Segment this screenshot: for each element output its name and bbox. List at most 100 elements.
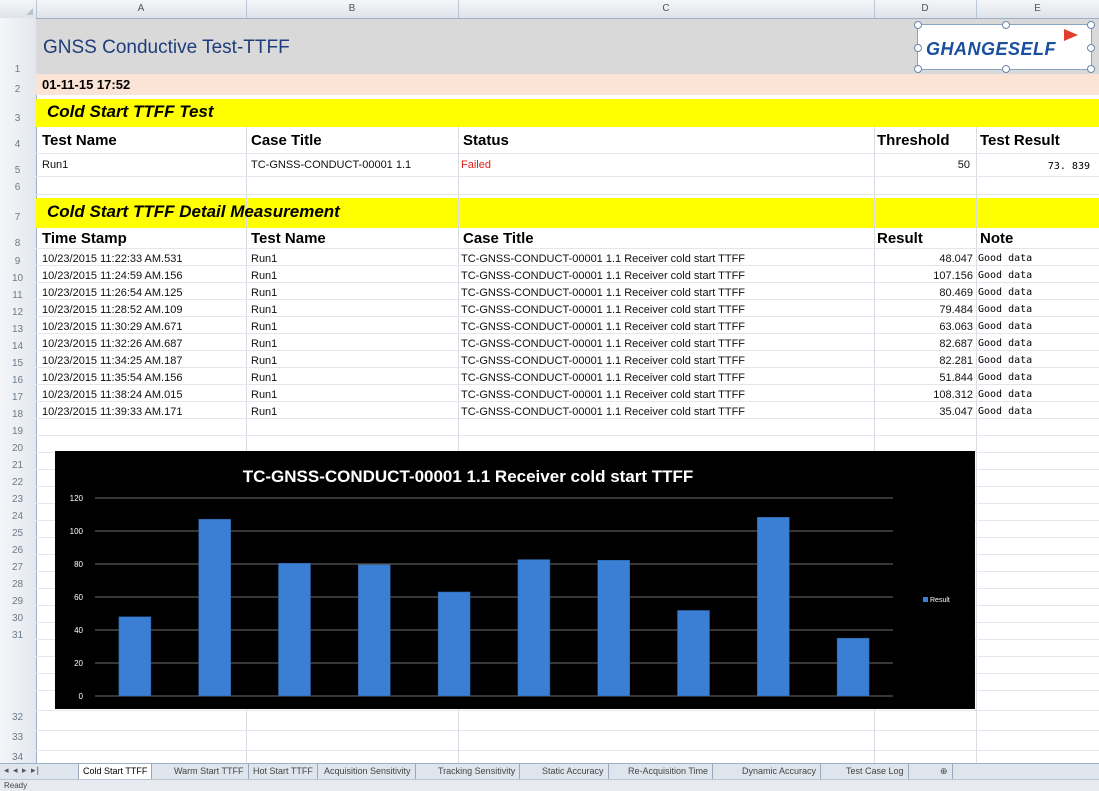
row-header[interactable]: 18	[0, 409, 35, 421]
report-timestamp[interactable]: 01-11-15 17:52	[42, 77, 130, 92]
row-header[interactable]: 28	[0, 579, 35, 591]
sheet-tab[interactable]: Tracking Sensitivity	[434, 764, 521, 779]
row-header[interactable]: 32	[0, 712, 35, 724]
company-logo[interactable]: GHANGESELF	[914, 21, 1095, 73]
detail-time-stamp[interactable]: 10/23/2015 11:26:54 AM.125	[42, 287, 182, 299]
chart-bar[interactable]	[358, 564, 391, 697]
sheet-tab[interactable]: Acquisition Sensitivity	[320, 764, 416, 779]
row-header[interactable]: 3	[0, 113, 35, 125]
detail-result[interactable]: 82.687	[874, 338, 973, 350]
row-header[interactable]: 4	[0, 139, 35, 151]
row-header[interactable]: 8	[0, 238, 35, 250]
row-header[interactable]: 29	[0, 596, 35, 608]
chart-bar[interactable]	[757, 517, 790, 697]
detail-result[interactable]: 80.469	[874, 287, 973, 299]
resize-handle[interactable]	[1087, 44, 1095, 52]
row-header[interactable]: 21	[0, 460, 35, 472]
row-header[interactable]: 9	[0, 256, 35, 268]
detail-note[interactable]: Good data	[978, 287, 1032, 298]
chart-title[interactable]: TC-GNSS-CONDUCT-00001 1.1 Receiver cold …	[243, 467, 694, 486]
row-header[interactable]: 19	[0, 426, 35, 438]
resize-handle[interactable]	[914, 65, 922, 73]
select-all-corner[interactable]	[0, 0, 37, 18]
summary-status[interactable]: Failed	[461, 159, 491, 171]
sheet-tab[interactable]: Test Case Log	[842, 764, 909, 779]
header-test-result[interactable]: Test Result	[980, 132, 1060, 149]
sheet-tab[interactable]: Re-Acquisition Time	[624, 764, 714, 779]
detail-result[interactable]: 48.047	[874, 253, 973, 265]
detail-result[interactable]: 35.047	[874, 406, 973, 418]
row-header[interactable]: 31	[0, 630, 35, 642]
column-header-b[interactable]: B	[246, 0, 459, 18]
section1-title[interactable]: Cold Start TTFF Test	[47, 102, 214, 122]
detail-time-stamp[interactable]: 10/23/2015 11:34:25 AM.187	[42, 355, 182, 367]
sheet-tab[interactable]: Cold Start TTFF	[78, 764, 153, 779]
row-header[interactable]: 26	[0, 545, 35, 557]
chart-bar[interactable]	[836, 637, 870, 697]
detail-time-stamp[interactable]: 10/23/2015 11:32:26 AM.687	[42, 338, 182, 350]
row-header[interactable]: 14	[0, 341, 35, 353]
row-header[interactable]: 25	[0, 528, 35, 540]
header-test-name[interactable]: Test Name	[42, 132, 117, 149]
column-header-d[interactable]: D	[874, 0, 977, 18]
row-header[interactable]: 15	[0, 358, 35, 370]
tab-scroll-buttons[interactable]: ◂ ◂ ▸ ▸|	[4, 765, 40, 776]
resize-handle[interactable]	[1087, 21, 1095, 29]
row-header[interactable]: 2	[0, 84, 35, 96]
detail-test-name[interactable]: Run1	[251, 304, 277, 316]
detail-case-title[interactable]: TC-GNSS-CONDUCT-00001 1.1 Receiver cold …	[461, 406, 745, 418]
header-time-stamp[interactable]: Time Stamp	[42, 230, 127, 247]
detail-note[interactable]: Good data	[978, 372, 1032, 383]
detail-result[interactable]: 82.281	[874, 355, 973, 367]
header-result[interactable]: Result	[877, 230, 923, 247]
summary-test-result[interactable]: 73. 839	[976, 161, 1090, 172]
detail-time-stamp[interactable]: 10/23/2015 11:22:33 AM.531	[42, 253, 182, 265]
row-header[interactable]: 20	[0, 443, 35, 455]
resize-handle[interactable]	[914, 21, 922, 29]
detail-note[interactable]: Good data	[978, 253, 1032, 264]
detail-case-title[interactable]: TC-GNSS-CONDUCT-00001 1.1 Receiver cold …	[461, 321, 745, 333]
sheet-tab[interactable]: Static Accuracy	[538, 764, 609, 779]
sheet-tab[interactable]: Warm Start TTFF	[170, 764, 249, 779]
detail-case-title[interactable]: TC-GNSS-CONDUCT-00001 1.1 Receiver cold …	[461, 338, 745, 350]
row-header[interactable]: 23	[0, 494, 35, 506]
row-header[interactable]: 1	[0, 64, 35, 76]
summary-threshold[interactable]: 50	[874, 159, 970, 171]
chart-bar[interactable]	[677, 610, 710, 697]
row-header[interactable]: 17	[0, 392, 35, 404]
detail-case-title[interactable]: TC-GNSS-CONDUCT-00001 1.1 Receiver cold …	[461, 270, 745, 282]
detail-case-title[interactable]: TC-GNSS-CONDUCT-00001 1.1 Receiver cold …	[461, 287, 745, 299]
detail-result[interactable]: 79.484	[874, 304, 973, 316]
detail-test-name[interactable]: Run1	[251, 338, 277, 350]
detail-test-name[interactable]: Run1	[251, 406, 277, 418]
header-test-name[interactable]: Test Name	[251, 230, 326, 247]
column-header-e[interactable]: E	[976, 0, 1099, 18]
chart-bar[interactable]	[198, 518, 231, 697]
ttff-bar-chart[interactable]: TC-GNSS-CONDUCT-00001 1.1 Receiver cold …	[55, 451, 975, 709]
sheet-tab[interactable]: Hot Start TTFF	[249, 764, 318, 779]
detail-case-title[interactable]: TC-GNSS-CONDUCT-00001 1.1 Receiver cold …	[461, 355, 745, 367]
chart-bar[interactable]	[437, 591, 471, 697]
row-header[interactable]: 30	[0, 613, 35, 625]
detail-note[interactable]: Good data	[978, 338, 1032, 349]
new-sheet-icon[interactable]: ⊕	[936, 764, 953, 779]
column-header-c[interactable]: C	[458, 0, 875, 18]
legend-label[interactable]: Result	[930, 597, 950, 604]
resize-handle[interactable]	[1002, 21, 1010, 29]
resize-handle[interactable]	[1087, 65, 1095, 73]
detail-note[interactable]: Good data	[978, 270, 1032, 281]
detail-note[interactable]: Good data	[978, 304, 1032, 315]
detail-result[interactable]: 107.156	[874, 270, 973, 282]
chart-bar[interactable]	[597, 559, 630, 697]
chart-bar[interactable]	[517, 559, 551, 697]
detail-note[interactable]: Good data	[978, 355, 1032, 366]
detail-result[interactable]: 63.063	[874, 321, 973, 333]
sheet-tab[interactable]: Dynamic Accuracy	[738, 764, 822, 779]
detail-note[interactable]: Good data	[978, 406, 1032, 417]
detail-test-name[interactable]: Run1	[251, 372, 277, 384]
detail-case-title[interactable]: TC-GNSS-CONDUCT-00001 1.1 Receiver cold …	[461, 253, 745, 265]
detail-time-stamp[interactable]: 10/23/2015 11:38:24 AM.015	[42, 389, 182, 401]
summary-case-title[interactable]: TC-GNSS-CONDUCT-00001 1.1	[251, 159, 411, 171]
row-header[interactable]: 22	[0, 477, 35, 489]
detail-test-name[interactable]: Run1	[251, 270, 277, 282]
